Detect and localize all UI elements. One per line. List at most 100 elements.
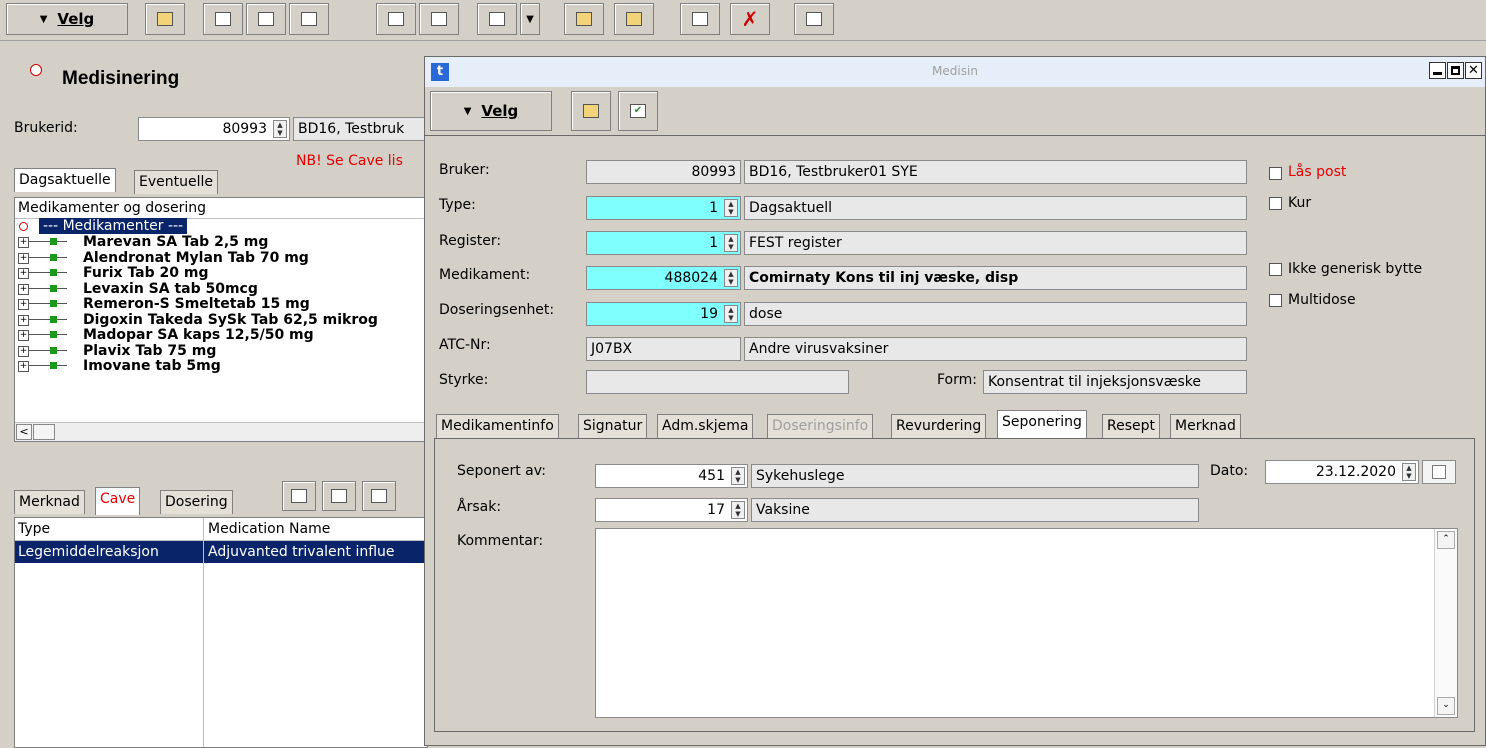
type-text-field: Dagsaktuell (744, 196, 1247, 220)
tab-eventuelle[interactable]: Eventuelle (134, 170, 218, 194)
arsak-spinner[interactable]: ▲ ▼ (731, 501, 745, 519)
paste-icon (626, 12, 642, 26)
tree-item[interactable]: + Plavix Tab 75 mg (15, 343, 427, 360)
tree-root-row[interactable]: --- Medikamenter --- (15, 218, 427, 235)
arsak-input[interactable]: 17 ▲ ▼ (595, 498, 748, 522)
delete-icon (301, 12, 317, 26)
medication-tree[interactable]: Medikamenter og dosering --- Medikamente… (14, 197, 428, 442)
tab-signatur[interactable]: Signatur (578, 414, 648, 438)
dato-input[interactable]: 23.12.2020 ▲ ▼ (1265, 460, 1419, 484)
exit-button[interactable] (145, 3, 185, 35)
type-spinner[interactable]: ▲ ▼ (724, 199, 738, 217)
copy-button[interactable] (564, 3, 604, 35)
seponering-panel: Seponert av: 451 ▲ ▼ Sykehuslege Dato: 23.… (434, 438, 1475, 732)
tree-item[interactable]: + Imovane tab 5mg (15, 359, 427, 375)
medikament-input[interactable]: 488024 ▲ ▼ (586, 266, 741, 290)
delete-button[interactable] (289, 3, 329, 35)
vertical-scrollbar[interactable]: ⌃ ⌄ (1434, 529, 1457, 717)
dato-value: 23.12.2020 (1315, 464, 1396, 480)
form-field: Konsentrat til injeksjonsvæske (983, 370, 1247, 394)
kommentar-textarea[interactable]: ⌃ ⌄ (595, 528, 1458, 718)
tab-doseringsinfo[interactable]: Doseringsinfo (767, 414, 874, 438)
dato-spinner[interactable]: ▲ ▼ (1402, 463, 1416, 481)
paste-button[interactable] (614, 3, 654, 35)
calendar-button[interactable] (1422, 460, 1456, 484)
document-icon (583, 104, 599, 118)
las-post-checkbox[interactable] (1269, 167, 1282, 180)
table-header: Type Medication Name (15, 518, 427, 541)
table-row[interactable]: Legemiddelreaksjon Adjuvanted trivalent … (15, 541, 427, 563)
velg-menu-button[interactable]: ▼ Velg (6, 3, 128, 35)
tree-item[interactable]: + Furix Tab 20 mg (15, 266, 427, 282)
register-input[interactable]: 1 ▲ ▼ (586, 231, 741, 255)
seponert-av-spinner[interactable]: ▲ ▼ (731, 467, 745, 485)
cave-delete-button[interactable] (362, 481, 396, 511)
chevron-up-icon: ⌃ (1442, 534, 1450, 544)
column-divider (203, 518, 204, 747)
tree-item[interactable]: + Marevan SA Tab 2,5 mg (15, 235, 427, 251)
tree-item[interactable]: + Digoxin Takeda SySk Tab 62,5 mikrog (15, 312, 427, 329)
dialog-velg-menu-button[interactable]: ▼ Velg (430, 91, 552, 131)
expand-icon: + (18, 314, 29, 326)
doseringsenhet-input[interactable]: 19 ▲ ▼ (586, 302, 741, 326)
cave-edit-button[interactable] (322, 481, 356, 511)
checklist-button[interactable] (376, 3, 416, 35)
close-button[interactable]: ✕ (1465, 62, 1482, 79)
list-button[interactable] (419, 3, 459, 35)
tab-resept[interactable]: Resept (1102, 414, 1160, 438)
door-exit-icon (157, 12, 173, 26)
dialog-confirm-button[interactable]: ✔ (618, 91, 658, 131)
edit-icon (258, 12, 274, 26)
brukerid-spinner[interactable]: ▲ ▼ (273, 120, 287, 138)
scroll-up-button[interactable]: ⌃ (1437, 531, 1455, 549)
tab-seponering[interactable]: Seponering (997, 410, 1087, 438)
edit-button[interactable] (246, 3, 286, 35)
scroll-thumb[interactable] (33, 424, 55, 440)
print-dropdown-button[interactable]: ▼ (520, 3, 540, 35)
tab-merknad[interactable]: Merknad (1170, 414, 1241, 438)
column-type[interactable]: Type (18, 518, 50, 540)
add-record-icon (692, 12, 708, 26)
type-input[interactable]: 1 ▲ ▼ (586, 196, 741, 220)
ikke-generisk-checkbox[interactable] (1269, 263, 1282, 276)
column-medication-name[interactable]: Medication Name (208, 518, 330, 540)
tree-item[interactable]: + Madopar SA kaps 12,5/50 mg (15, 328, 427, 344)
tab-medikamentinfo[interactable]: Medikamentinfo (436, 414, 559, 438)
print-button[interactable] (477, 3, 517, 35)
horizontal-scrollbar[interactable]: < (15, 422, 427, 441)
maximize-icon (1451, 66, 1460, 75)
tree-item-label: Remeron-S Smeltetab 15 mg (83, 296, 310, 312)
tab-cave[interactable]: Cave (95, 487, 141, 515)
checklist-icon (388, 12, 404, 26)
dialog-document-button[interactable] (571, 91, 611, 131)
doseringsenhet-spinner[interactable]: ▲ ▼ (724, 305, 738, 323)
maximize-button[interactable] (1447, 62, 1464, 79)
medikament-label: Medikament: (439, 267, 531, 283)
cancel-button[interactable]: ✗ (730, 3, 770, 35)
medicine-drop-icon (30, 64, 42, 76)
document-button[interactable] (794, 3, 834, 35)
cave-new-button[interactable] (282, 481, 316, 511)
minimize-button[interactable] (1429, 62, 1446, 79)
new-button[interactable] (203, 3, 243, 35)
kur-checkbox[interactable] (1269, 197, 1282, 210)
tab-revurdering[interactable]: Revurdering (891, 414, 987, 438)
tab-dagsaktuelle[interactable]: Dagsaktuelle (14, 168, 116, 192)
tree-item[interactable]: + Alendronat Mylan Tab 70 mg (15, 250, 427, 267)
tab-merknad[interactable]: Merknad (14, 490, 85, 514)
tree-item[interactable]: + Remeron-S Smeltetab 15 mg (15, 297, 427, 313)
brukerid-input[interactable]: 80993 ▲ ▼ (138, 117, 290, 141)
scroll-left-button[interactable]: < (16, 424, 32, 440)
tab-adm-skjema[interactable]: Adm.skjema (657, 414, 754, 438)
seponert-av-input[interactable]: 451 ▲ ▼ (595, 464, 748, 488)
medikament-spinner[interactable]: ▲ ▼ (724, 269, 738, 287)
register-spinner[interactable]: ▲ ▼ (724, 234, 738, 252)
register-value: 1 (709, 235, 718, 251)
add-record-button[interactable] (680, 3, 720, 35)
scroll-down-button[interactable]: ⌄ (1437, 697, 1455, 715)
dialog-titlebar[interactable]: t Medisin ✕ (425, 57, 1485, 87)
tree-item[interactable]: + Levaxin SA tab 50mcg (15, 281, 427, 298)
tab-dosering[interactable]: Dosering (160, 490, 233, 514)
multidose-checkbox[interactable] (1269, 294, 1282, 307)
expand-icon: + (18, 299, 29, 310)
